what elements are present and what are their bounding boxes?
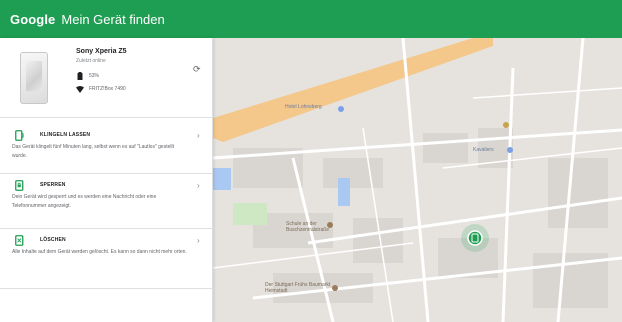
chevron-right-icon: › [197, 235, 200, 245]
device-panel: Sony Xperia Z5 Zuletzt online 53% FRITZ!… [0, 38, 213, 322]
device-location-marker[interactable] [461, 224, 489, 252]
google-logo[interactable]: Google [10, 12, 55, 27]
lock-phone-icon [15, 179, 24, 191]
lock-action-header[interactable]: SPERREN › [0, 176, 212, 194]
device-image [20, 52, 48, 104]
ring-action-label: KLINGELN LASSEN [40, 132, 91, 138]
park-area [233, 203, 267, 225]
battery-level: 53% [89, 73, 100, 79]
poi-hotel-icon[interactable] [338, 106, 344, 112]
battery-icon [76, 72, 84, 80]
app-title: Mein Gerät finden [61, 11, 165, 27]
water-area [213, 168, 231, 190]
map-view[interactable]: Hotel Lohnsberg Schule an der Buschzentr… [213, 38, 622, 322]
chevron-right-icon: › [197, 180, 200, 190]
app-header: Google Mein Gerät finden [0, 0, 622, 38]
poi-hotel-icon[interactable] [507, 147, 513, 153]
battery-row: 53% [76, 72, 99, 80]
poi-restaurant-icon[interactable] [503, 122, 509, 128]
refresh-icon[interactable]: ⟳ [193, 65, 201, 74]
wifi-icon [76, 85, 84, 93]
chevron-right-icon: › [197, 130, 200, 140]
lock-action-label: SPERREN [40, 182, 66, 188]
pond [338, 178, 350, 206]
ring-action-header[interactable]: KLINGELN LASSEN › [0, 126, 212, 144]
network-row: FRITZ!Box 7490 [76, 85, 126, 93]
map-place-label: Kavaliers [473, 147, 494, 153]
map-place-label: Der Stuttgart Frühs Baumarkt Heimstadt [265, 282, 331, 294]
device-status: Zuletzt online [76, 58, 106, 64]
device-card[interactable]: Sony Xperia Z5 Zuletzt online 53% FRITZ!… [0, 38, 212, 118]
network-name: FRITZ!Box 7490 [89, 86, 126, 92]
map-place-label: Hotel Lohnsberg [285, 104, 322, 110]
lock-action[interactable]: SPERREN › Dein Gerät wird gesperrt und e… [0, 174, 212, 229]
map-place-label: Schule an der Buschzentralstraße [286, 221, 330, 233]
erase-action-description: Alle Inhalte auf dem Gerät werden gelösc… [12, 249, 187, 255]
erase-action-label: LÖSCHEN [40, 237, 66, 243]
erase-phone-icon [15, 234, 24, 246]
ring-action-description: Das Gerät klingelt fünf Minuten lang, se… [12, 144, 174, 159]
device-name: Sony Xperia Z5 [76, 48, 127, 55]
erase-action[interactable]: LÖSCHEN › Alle Inhalte auf dem Gerät wer… [0, 229, 212, 289]
lock-action-description: Dein Gerät wird gesperrt und es werden e… [12, 194, 157, 209]
ring-action[interactable]: KLINGELN LASSEN › Das Gerät klingelt fün… [0, 124, 212, 174]
erase-action-header[interactable]: LÖSCHEN › [0, 231, 212, 249]
ring-phone-icon [15, 129, 24, 141]
map-canvas[interactable] [213, 38, 622, 322]
